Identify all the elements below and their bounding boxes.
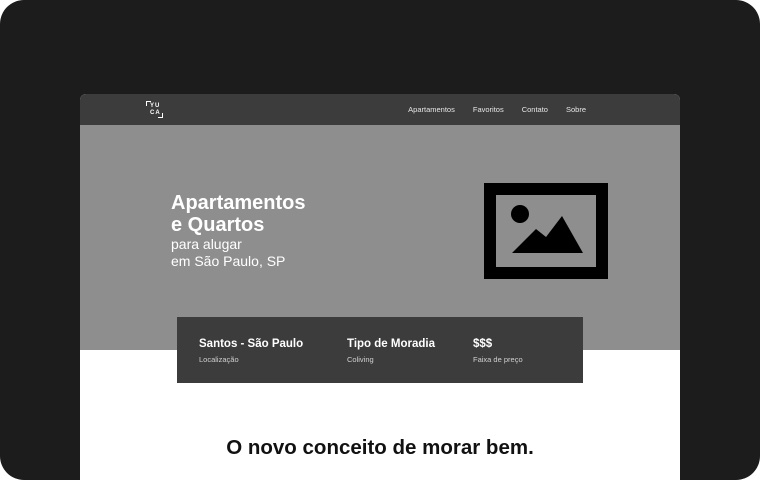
image-placeholder-icon xyxy=(484,183,608,279)
website-page: YU CA Apartamentos Favoritos Contato Sob… xyxy=(80,94,680,480)
logo-text-line1: YU xyxy=(150,103,161,109)
search-summary-box: Santos - São Paulo Localização Tipo de M… xyxy=(177,317,583,383)
hero-subtitle-line2: em São Paulo, SP xyxy=(171,253,286,269)
price-range-label: Faixa de preço xyxy=(473,355,523,364)
location-label: Localização xyxy=(199,355,239,364)
hero-title-line1: Apartamentos xyxy=(171,192,306,214)
section-tagline: O novo conceito de morar bem. xyxy=(226,436,534,459)
nav-link-apartamentos[interactable]: Apartamentos xyxy=(408,105,455,114)
location-filter[interactable]: Santos - São Paulo Localização xyxy=(199,337,303,365)
hero-title: Apartamentos e Quartos xyxy=(171,192,371,236)
housing-type-filter[interactable]: Tipo de Moradia Coliving xyxy=(347,337,435,365)
hero-subtitle-line1: para alugar xyxy=(171,236,242,252)
yuca-logo[interactable]: YU CA xyxy=(146,101,163,118)
nav-link-contato[interactable]: Contato xyxy=(522,105,548,114)
device-frame: YU CA Apartamentos Favoritos Contato Sob… xyxy=(0,0,760,480)
housing-type-value: Tipo de Moradia xyxy=(347,338,435,350)
nav-menu: Apartamentos Favoritos Contato Sobre xyxy=(408,94,586,125)
location-value: Santos - São Paulo xyxy=(199,338,304,350)
housing-type-label: Coliving xyxy=(347,355,374,364)
hero-subtitle: para alugar em São Paulo, SP xyxy=(171,236,371,270)
price-range-value: $$$ xyxy=(473,338,493,350)
hero-title-line2: e Quartos xyxy=(171,214,265,236)
price-range-filter[interactable]: $$$ Faixa de preço xyxy=(473,337,523,365)
nav-link-favoritos[interactable]: Favoritos xyxy=(473,105,504,114)
navbar: YU CA Apartamentos Favoritos Contato Sob… xyxy=(80,94,680,125)
nav-link-sobre[interactable]: Sobre xyxy=(566,105,586,114)
logo-corner-bottom-right xyxy=(158,113,163,118)
